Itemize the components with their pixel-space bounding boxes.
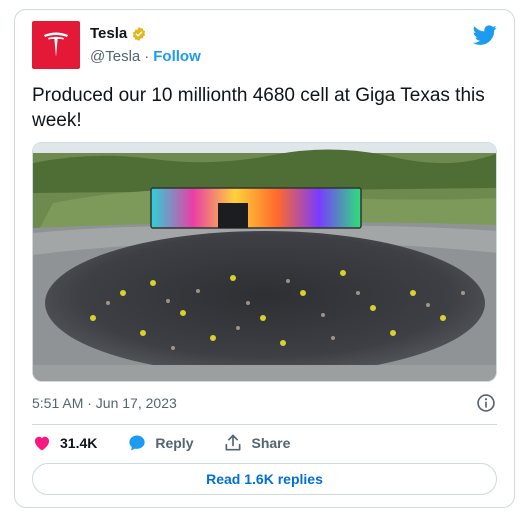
tweet-timestamp[interactable]: 5:51 AM · Jun 17, 2023 <box>32 395 177 411</box>
share-label: Share <box>251 435 291 451</box>
tweet-text: Produced our 10 millionth 4680 cell at G… <box>32 85 485 131</box>
heart-icon <box>34 436 50 451</box>
read-replies-button[interactable]: Read 1.6K replies <box>32 463 497 495</box>
handle-separator: · <box>144 48 150 65</box>
tweet-photo[interactable] <box>32 142 497 382</box>
avatar[interactable] <box>32 21 80 69</box>
author-handle[interactable]: @Tesla <box>90 48 140 65</box>
follow-button[interactable]: Follow <box>153 48 201 65</box>
share-button[interactable]: Share <box>223 433 290 453</box>
tweet-card: Tesla @Tesla · Follow Produced our 10 mi… <box>14 9 515 508</box>
like-count: 31.4K <box>60 435 98 451</box>
divider <box>32 424 497 425</box>
share-icon <box>225 434 241 451</box>
reply-button[interactable]: Reply <box>127 433 193 453</box>
tesla-logo <box>44 32 68 57</box>
twitter-bird-icon[interactable] <box>473 23 497 47</box>
reply-label: Reply <box>155 435 194 451</box>
verified-badge-icon <box>133 26 146 41</box>
like-button[interactable]: 31.4K <box>32 433 97 453</box>
info-icon[interactable] <box>476 393 496 413</box>
crowd-photo-illustration <box>33 143 496 381</box>
reply-bubble-icon <box>129 435 146 451</box>
author-name[interactable]: Tesla <box>90 25 127 42</box>
